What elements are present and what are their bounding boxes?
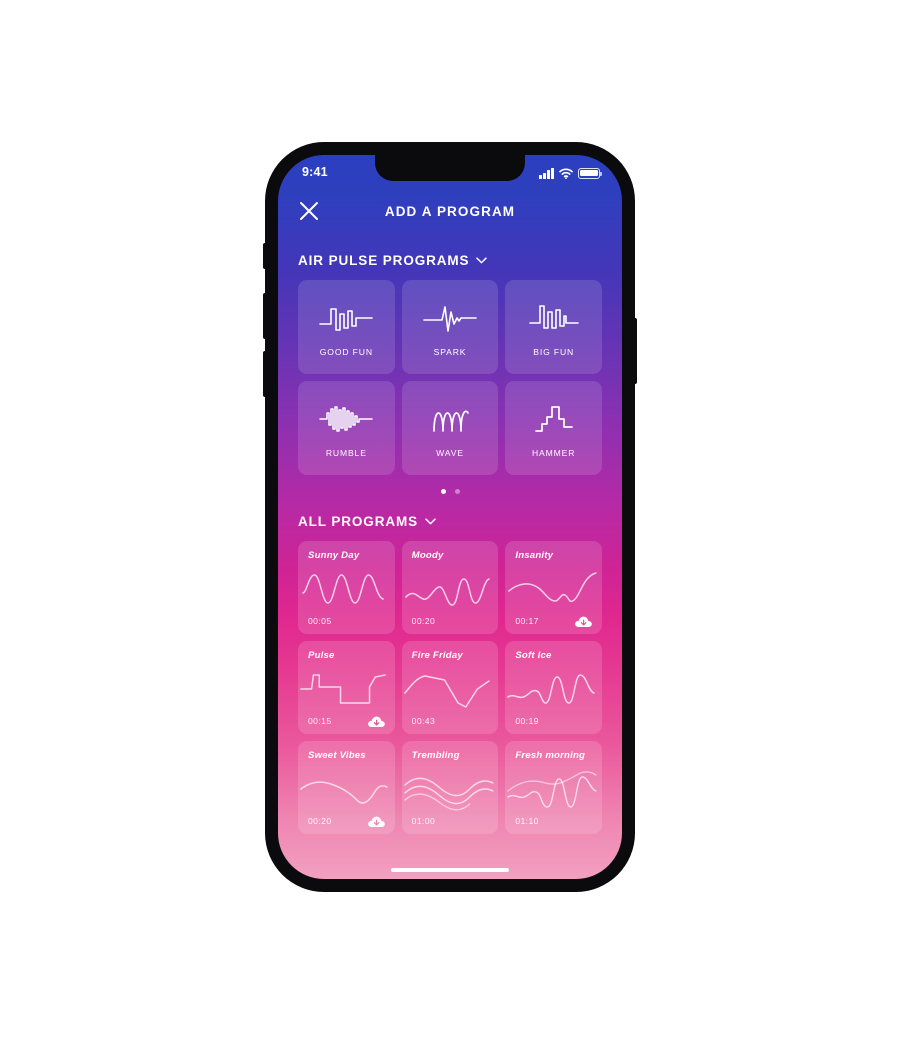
program-waveform (505, 767, 602, 811)
air-pulse-tile-good-fun[interactable]: GOOD FUN (298, 280, 395, 374)
program-waveform (402, 767, 499, 811)
air-pulse-section-title: AIR PULSE PROGRAMS (298, 253, 470, 268)
program-duration: 00:43 (411, 716, 436, 726)
mute-switch[interactable] (263, 243, 267, 269)
program-waveform (402, 567, 499, 611)
pagination-dot-2[interactable] (454, 489, 460, 494)
waveform-spark-icon (422, 298, 478, 338)
all-programs-section-header[interactable]: ALL PROGRAMS (278, 514, 622, 529)
power-button[interactable] (633, 318, 637, 384)
program-card[interactable]: Fire Friday 00:43 (401, 641, 499, 734)
air-pulse-tile-wave[interactable]: WAVE (401, 381, 499, 475)
program-name: Sweet Vibes (308, 750, 366, 761)
cloud-download-icon[interactable] (574, 614, 593, 629)
waveform-rumble-icon (318, 399, 374, 439)
program-duration: 01:10 (515, 816, 539, 826)
volume-up-button[interactable] (263, 293, 267, 339)
air-pulse-tile-hammer[interactable]: HAMMER (505, 381, 602, 475)
battery-icon (578, 167, 603, 179)
program-duration: 00:17 (515, 616, 539, 626)
air-pulse-tile-spark[interactable]: SPARK (401, 280, 499, 374)
status-time: 9:41 (302, 165, 328, 179)
air-pulse-tile-label: WAVE (436, 447, 464, 458)
program-duration: 00:15 (308, 716, 332, 726)
cloud-download-icon[interactable] (367, 814, 386, 829)
status-bar: 9:41 (278, 155, 622, 185)
program-card[interactable]: Sweet Vibes 00:20 (298, 741, 395, 834)
app-header: ADD A PROGRAM (278, 185, 622, 237)
chevron-down-icon[interactable] (425, 518, 436, 525)
screen-content: AIR PULSE PROGRAMS GOOD FUN SPARK BIG FU… (278, 237, 622, 879)
waveform-hammer-icon (526, 399, 582, 439)
air-pulse-tile-rumble[interactable]: RUMBLE (298, 381, 395, 475)
program-card[interactable]: Trembling 01:00 (401, 741, 499, 834)
air-pulse-tile-big-fun[interactable]: BIG FUN (505, 280, 602, 374)
air-pulse-tile-label: SPARK (433, 346, 467, 357)
status-icons (539, 166, 603, 179)
program-card[interactable]: Moody 00:20 (401, 541, 499, 634)
volume-down-button[interactable] (263, 351, 267, 397)
air-pulse-tile-label: GOOD FUN (319, 346, 373, 357)
all-programs-section-title: ALL PROGRAMS (298, 514, 419, 529)
section-air-pulse-programs: AIR PULSE PROGRAMS GOOD FUN SPARK BIG FU… (278, 253, 622, 494)
screenshot-canvas: 9:41 ADD A PROGRAM AIR PULSE PROGRAMS GO… (0, 0, 900, 1050)
program-waveform (298, 767, 395, 811)
air-pulse-tile-label: RUMBLE (325, 447, 367, 458)
program-name: Pulse (308, 650, 335, 661)
program-name: Sunny Day (308, 550, 360, 561)
waveform-good-fun-icon (318, 298, 374, 338)
section-all-programs: ALL PROGRAMS Sunny Day 00:05 Moody 00:20… (278, 514, 622, 834)
program-name: Fresh morning (515, 750, 586, 761)
program-waveform (505, 567, 602, 611)
program-duration: 00:20 (411, 616, 436, 626)
program-duration: 01:00 (411, 816, 436, 826)
cellular-signal-icon (539, 167, 554, 179)
phone-device-frame: 9:41 ADD A PROGRAM AIR PULSE PROGRAMS GO… (263, 143, 637, 891)
program-card[interactable]: Fresh morning 01:10 (505, 741, 602, 834)
program-waveform (402, 667, 499, 711)
home-indicator[interactable] (391, 867, 509, 872)
program-card[interactable]: Pulse 00:15 (298, 641, 395, 734)
waveform-big-fun-icon (526, 298, 582, 338)
air-pulse-tile-label: HAMMER (532, 447, 576, 458)
program-card[interactable]: Sunny Day 00:05 (298, 541, 395, 634)
program-name: Insanity (515, 550, 554, 561)
program-card[interactable]: Insanity 00:17 (505, 541, 602, 634)
program-card[interactable]: Soft Ice 00:19 (505, 641, 602, 734)
air-pulse-section-header[interactable]: AIR PULSE PROGRAMS (278, 253, 622, 268)
program-name: Soft Ice (515, 650, 552, 661)
program-duration: 00:19 (515, 716, 539, 726)
wifi-icon (559, 167, 573, 179)
program-waveform (298, 567, 395, 611)
air-pulse-tile-label: BIG FUN (533, 346, 575, 357)
chevron-down-icon[interactable] (476, 257, 488, 264)
program-waveform (505, 667, 602, 711)
program-name: Fire Friday (411, 650, 463, 661)
program-waveform (298, 667, 395, 711)
air-pulse-grid: GOOD FUN SPARK BIG FUN RUMBLE WAVE HAMME… (278, 280, 622, 475)
close-icon[interactable] (296, 198, 322, 224)
program-name: Moody (411, 550, 444, 561)
phone-screen: 9:41 ADD A PROGRAM AIR PULSE PROGRAMS GO… (278, 155, 622, 879)
pagination-dot-1[interactable] (440, 489, 446, 494)
program-duration: 00:20 (308, 816, 332, 826)
waveform-wave-icon (422, 399, 478, 439)
page-title: ADD A PROGRAM (384, 203, 516, 219)
cloud-download-icon[interactable] (367, 714, 386, 729)
program-duration: 00:05 (308, 616, 332, 626)
all-programs-grid: Sunny Day 00:05 Moody 00:20 Insanity 00:… (278, 541, 622, 834)
carousel-pagination (278, 489, 622, 494)
program-name: Trembling (411, 750, 460, 761)
